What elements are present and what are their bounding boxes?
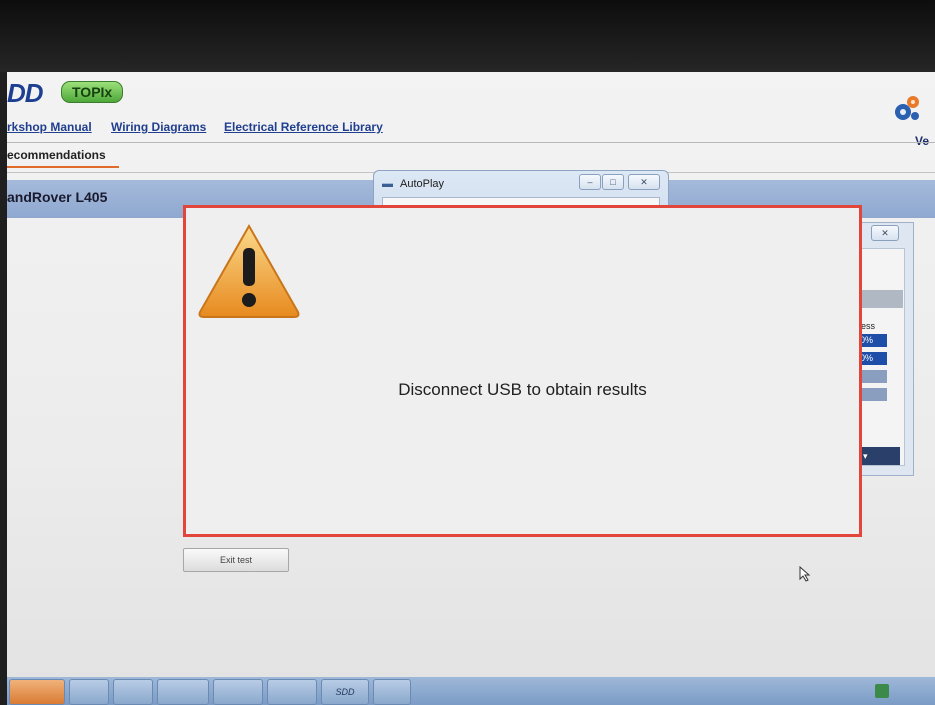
sdd-logo: DD [7,78,44,108]
warning-triangle-icon [198,223,300,318]
minimize-button[interactable]: – [579,174,601,190]
close-button[interactable]: ✕ [628,174,660,190]
link-wiring-diagrams[interactable]: Wiring Diagrams [111,120,206,134]
taskbar-sdd-button[interactable]: SDD [321,679,369,705]
alert-message: Disconnect USB to obtain results [398,380,647,399]
progress-close-button[interactable]: ✕ [871,225,899,241]
taskbar-item[interactable] [69,679,109,705]
system-tray-icon[interactable] [875,684,889,698]
autoplay-title: AutoPlay [400,178,445,190]
exit-test-button[interactable]: Exit test [183,548,289,572]
gear-icon[interactable] [891,94,921,124]
taskbar-item[interactable] [373,679,411,705]
tab-recommendations[interactable]: ecommendations [7,148,106,162]
mouse-cursor-icon [799,566,811,582]
link-workshop-manual[interactable]: rkshop Manual [7,120,92,134]
header-divider [7,142,935,143]
vehicle-menu-label[interactable]: Ve [915,134,929,148]
taskbar-item[interactable] [113,679,153,705]
active-tab-indicator [7,166,119,168]
taskbar-item[interactable] [213,679,263,705]
screen: DD TOPIx rkshop Manual Wiring Diagrams E… [7,72,935,705]
maximize-button[interactable]: □ [602,174,624,190]
taskbar-start-button[interactable] [9,679,65,705]
vehicle-name: andRover L405 [7,189,108,205]
topix-badge[interactable]: TOPIx [61,81,124,103]
monitor-bezel-top [0,0,935,72]
monitor-bezel-left [0,72,7,705]
link-electrical-reference-library[interactable]: Electrical Reference Library [224,120,383,134]
taskbar-item[interactable] [267,679,317,705]
alert-dialog: Disconnect USB to obtain results [183,205,862,537]
taskbar-item[interactable] [157,679,209,705]
drive-icon: ▬ [382,178,393,190]
